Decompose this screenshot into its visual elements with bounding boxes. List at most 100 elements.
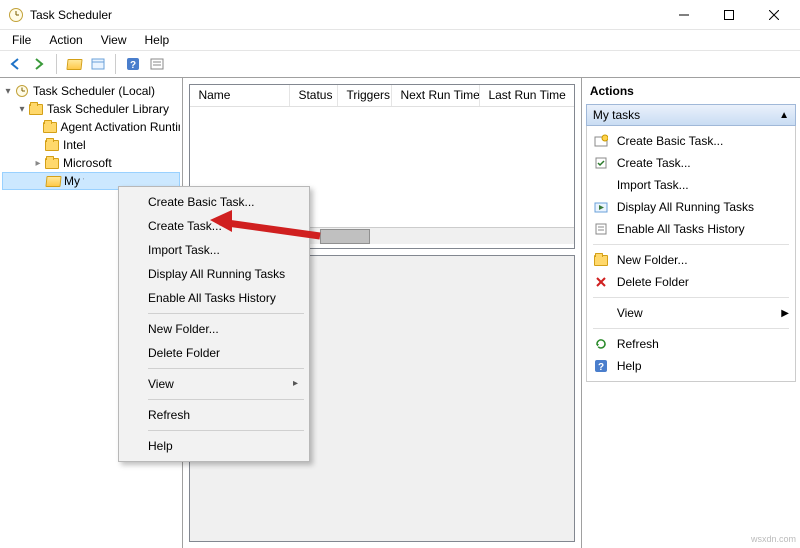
help-icon: ? xyxy=(593,358,609,374)
blank-icon xyxy=(593,305,609,321)
watermark: wsxdn.com xyxy=(751,534,796,544)
tree-label: Task Scheduler Library xyxy=(47,102,169,116)
menu-file[interactable]: File xyxy=(4,31,39,49)
cm-create-basic-task[interactable]: Create Basic Task... xyxy=(122,190,306,214)
task-icon xyxy=(593,155,609,171)
separator xyxy=(148,399,304,400)
cm-refresh[interactable]: Refresh xyxy=(122,403,306,427)
tree-node-microsoft[interactable]: ▸ Microsoft xyxy=(2,154,180,172)
tree-node-intel[interactable]: Intel xyxy=(2,136,180,154)
options-button[interactable] xyxy=(146,53,168,75)
action-label: View xyxy=(617,306,643,320)
chevron-down-icon[interactable]: ▾ xyxy=(2,86,14,97)
toolbar-separator xyxy=(56,54,57,74)
actions-header[interactable]: My tasks ▲ xyxy=(586,104,796,126)
running-icon xyxy=(593,199,609,215)
chevron-right-icon: ▸ xyxy=(293,378,298,389)
collapse-icon[interactable]: ▲ xyxy=(779,110,789,121)
history-icon xyxy=(593,221,609,237)
help-button[interactable]: ? xyxy=(122,53,144,75)
menu-action[interactable]: Action xyxy=(41,31,90,49)
tree-label: Intel xyxy=(63,138,86,152)
back-button[interactable] xyxy=(4,53,26,75)
properties-button[interactable] xyxy=(87,53,109,75)
action-label: Create Task... xyxy=(617,156,691,170)
folder-icon xyxy=(44,155,60,171)
close-button[interactable] xyxy=(751,0,796,29)
tree-label: Microsoft xyxy=(63,156,112,170)
col-status[interactable]: Status xyxy=(290,85,338,106)
folder-open-icon xyxy=(45,173,61,189)
svg-text:?: ? xyxy=(598,362,604,373)
toolbar-separator xyxy=(115,54,116,74)
action-label: Import Task... xyxy=(617,178,689,192)
action-enable-history[interactable]: Enable All Tasks History xyxy=(587,218,795,240)
action-label: Help xyxy=(617,359,642,373)
action-label: Delete Folder xyxy=(617,275,689,289)
maximize-button[interactable] xyxy=(706,0,751,29)
svg-text:?: ? xyxy=(130,60,136,71)
folder-icon xyxy=(593,252,609,268)
forward-button[interactable] xyxy=(28,53,50,75)
tree-node-agent[interactable]: Agent Activation Runtime xyxy=(2,118,180,136)
action-refresh[interactable]: Refresh xyxy=(587,333,795,355)
clock-icon xyxy=(8,7,24,23)
minimize-button[interactable] xyxy=(661,0,706,29)
tree-label: My tasks xyxy=(64,174,84,188)
action-label: Create Basic Task... xyxy=(617,134,724,148)
actions-pane: Actions My tasks ▲ Create Basic Task... … xyxy=(582,78,800,548)
menu-help[interactable]: Help xyxy=(137,31,178,49)
actions-header-label: My tasks xyxy=(593,108,640,122)
separator xyxy=(593,297,789,298)
separator xyxy=(593,244,789,245)
cm-view[interactable]: View ▸ xyxy=(122,372,306,396)
menubar: File Action View Help xyxy=(0,30,800,50)
folder-icon xyxy=(43,119,58,135)
titlebar: Task Scheduler xyxy=(0,0,800,30)
col-name[interactable]: Name xyxy=(190,85,290,106)
col-nextrun[interactable]: Next Run Time xyxy=(392,85,480,106)
tree-library[interactable]: ▾ Task Scheduler Library xyxy=(2,100,180,118)
action-import-task[interactable]: Import Task... xyxy=(587,174,795,196)
list-header: Name Status Triggers Next Run Time Last … xyxy=(190,85,573,107)
action-view[interactable]: View ▶ xyxy=(587,302,795,324)
col-triggers[interactable]: Triggers xyxy=(338,85,392,106)
cm-enable-history[interactable]: Enable All Tasks History xyxy=(122,286,306,310)
folder-icon xyxy=(44,137,60,153)
col-lastrun[interactable]: Last Run Time xyxy=(480,85,573,106)
cm-display-running[interactable]: Display All Running Tasks xyxy=(122,262,306,286)
separator xyxy=(148,430,304,431)
action-label: Enable All Tasks History xyxy=(617,222,745,236)
action-delete-folder[interactable]: Delete Folder xyxy=(587,271,795,293)
tree-root[interactable]: ▾ Task Scheduler (Local) xyxy=(2,82,180,100)
actions-list: Create Basic Task... Create Task... Impo… xyxy=(586,126,796,382)
cm-new-folder[interactable]: New Folder... xyxy=(122,317,306,341)
clock-icon xyxy=(14,83,30,99)
context-menu: Create Basic Task... Create Task... Impo… xyxy=(118,186,310,462)
action-label: Refresh xyxy=(617,337,659,351)
cm-delete-folder[interactable]: Delete Folder xyxy=(122,341,306,365)
folder-icon xyxy=(28,101,44,117)
chevron-right-icon: ▶ xyxy=(781,308,789,319)
action-help[interactable]: ? Help xyxy=(587,355,795,377)
action-display-running[interactable]: Display All Running Tasks xyxy=(587,196,795,218)
chevron-down-icon[interactable]: ▾ xyxy=(16,104,28,115)
action-create-basic-task[interactable]: Create Basic Task... xyxy=(587,130,795,152)
toolbar: ? xyxy=(0,50,800,78)
cm-create-task[interactable]: Create Task... xyxy=(122,214,306,238)
cm-import-task[interactable]: Import Task... xyxy=(122,238,306,262)
tree-label: Task Scheduler (Local) xyxy=(33,84,155,98)
menu-view[interactable]: View xyxy=(93,31,135,49)
action-create-task[interactable]: Create Task... xyxy=(587,152,795,174)
action-label: Display All Running Tasks xyxy=(617,200,754,214)
up-folder-button[interactable] xyxy=(63,53,85,75)
separator xyxy=(148,313,304,314)
cm-view-label: View xyxy=(148,377,174,391)
refresh-icon xyxy=(593,336,609,352)
chevron-right-icon[interactable]: ▸ xyxy=(32,158,44,169)
window-title: Task Scheduler xyxy=(30,8,112,22)
import-icon xyxy=(593,177,609,193)
cm-help[interactable]: Help xyxy=(122,434,306,458)
action-new-folder[interactable]: New Folder... xyxy=(587,249,795,271)
separator xyxy=(148,368,304,369)
